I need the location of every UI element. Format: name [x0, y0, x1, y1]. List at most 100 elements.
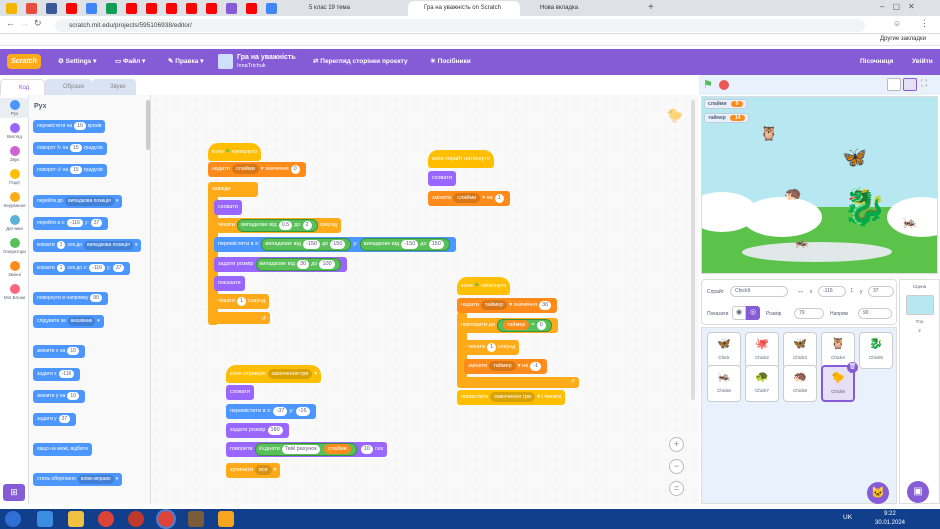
- file-menu[interactable]: ▭ Файл ▾: [115, 49, 145, 75]
- scratch-app-icon[interactable]: [218, 511, 234, 527]
- block-input[interactable]: Твій рахунок: [281, 445, 320, 454]
- block-input[interactable]: -1: [530, 362, 542, 371]
- show-block[interactable]: показати: [214, 276, 245, 291]
- block-input[interactable]: -150: [302, 240, 320, 249]
- block-input[interactable]: 37: [58, 415, 71, 423]
- clock-date[interactable]: 30.01.2024: [868, 520, 912, 526]
- forward-icon[interactable]: →: [20, 18, 29, 28]
- block-dropdown[interactable]: таймер: [480, 300, 508, 310]
- when-flag-clicked-hat[interactable]: коли ⚑ натиснуто: [457, 277, 511, 295]
- size-field[interactable]: 79: [794, 308, 824, 319]
- wait-block[interactable]: чекати 1 секунд: [214, 294, 270, 309]
- block-dropdown[interactable]: вказівник: [67, 317, 96, 326]
- block-dropdown[interactable]: закінчення гри: [490, 392, 536, 402]
- hide-block[interactable]: сховати: [226, 385, 254, 400]
- chrome-icon[interactable]: [98, 511, 114, 527]
- tab-favicon[interactable]: [206, 3, 217, 14]
- sprite-tile[interactable]: 🦋 Chick3: [783, 332, 817, 369]
- block-dropdown[interactable]: таймер: [489, 361, 516, 371]
- say-for-secs-block[interactable]: говорити з'єднати Твій рахунок слайми 10 сек: [226, 442, 388, 457]
- reload-icon[interactable]: ↻: [34, 18, 42, 29]
- block-goto-random[interactable]: перейти до випадкова позиція ▾: [33, 195, 123, 208]
- block-change-x[interactable]: змінити x на 10: [33, 345, 85, 358]
- fullscreen-icon[interactable]: ⛶: [921, 78, 927, 89]
- block-input[interactable]: 100: [319, 260, 335, 269]
- block-input[interactable]: 180: [267, 426, 283, 435]
- category-control[interactable]: Керування: [0, 192, 29, 208]
- block-move-steps[interactable]: перемістити на 10 кроків: [33, 120, 106, 133]
- forever-block[interactable]: завжди: [208, 182, 258, 197]
- extensions-button[interactable]: ⊞: [3, 484, 25, 501]
- tab-sounds[interactable]: Звуки: [92, 79, 136, 95]
- block-rotation-style[interactable]: стиль обертання вліво-вправо ▾: [33, 473, 123, 486]
- block-goto-xy[interactable]: перейти в x: -116 y: 37: [33, 217, 109, 230]
- tab-favicon[interactable]: [186, 3, 197, 14]
- block-dropdown[interactable]: закінчення гри: [267, 369, 313, 379]
- block-input[interactable]: -116: [58, 370, 75, 378]
- block-dropdown[interactable]: вліво-вправо: [77, 475, 114, 484]
- clock-time[interactable]: 9:22: [875, 511, 905, 517]
- tutorials-button[interactable]: ☀ Посібники: [430, 49, 471, 75]
- block-input[interactable]: -37: [273, 407, 288, 416]
- block-input[interactable]: -116: [89, 264, 105, 272]
- category-sensing[interactable]: Датчики: [0, 215, 29, 231]
- block-input[interactable]: -150: [401, 240, 419, 249]
- block-input[interactable]: 10: [360, 445, 373, 454]
- sprite-tile[interactable]: 🦔 Chick8: [783, 365, 817, 402]
- direction-field[interactable]: 90: [858, 308, 892, 319]
- window-controls[interactable]: –▢✕: [880, 2, 923, 11]
- project-author[interactable]: InnaTrichuk: [237, 63, 266, 69]
- sprite-tile[interactable]: 🦗 Chick6: [707, 365, 741, 402]
- tab-new[interactable]: Нова вкладка: [524, 1, 644, 16]
- folder-icon[interactable]: [68, 511, 84, 527]
- block-input[interactable]: 15: [70, 166, 82, 174]
- block-input[interactable]: 150: [330, 240, 346, 249]
- code-workspace[interactable]: коли ⚑ натиснуто надати слайми ▾ значення 0…: [151, 95, 699, 504]
- start-icon[interactable]: [5, 511, 21, 527]
- tab-favicon[interactable]: [86, 3, 97, 14]
- zoom-out-icon[interactable]: −: [669, 459, 684, 474]
- block-input[interactable]: 37: [112, 264, 125, 272]
- stage-target-panel[interactable]: Сцена Тло 2 ▣: [899, 279, 940, 504]
- y-field[interactable]: 37: [868, 286, 894, 297]
- block-input[interactable]: 10: [67, 392, 79, 400]
- tab-favicon[interactable]: [266, 3, 277, 14]
- tab-favicon[interactable]: [46, 3, 57, 14]
- scratch-logo[interactable]: Scratch: [7, 54, 41, 69]
- sprite-tile[interactable]: 🦋 Chick: [707, 332, 741, 369]
- block-input[interactable]: 90: [90, 294, 102, 302]
- join-scratch-link[interactable]: Пісочниця: [860, 49, 893, 75]
- ie-icon[interactable]: [37, 511, 53, 527]
- block-glide-random[interactable]: ковзати 1 сек до випадкова позиція ▾: [33, 239, 142, 252]
- block-bounce[interactable]: якщо на межі, відбити: [33, 443, 92, 456]
- block-input[interactable]: -16: [295, 407, 310, 416]
- tab-favicon[interactable]: [26, 3, 37, 14]
- project-title[interactable]: Гра на уважність: [237, 54, 296, 61]
- url-field[interactable]: scratch.mit.edu/projects/595106938/edito…: [55, 19, 865, 32]
- tab-scratch-project[interactable]: Гра на уважність on Scratch: [408, 1, 520, 16]
- when-sprite-clicked-hat[interactable]: коли спрайт натиснуто: [428, 150, 494, 168]
- settings-menu[interactable]: ⚙ Settings ▾: [58, 49, 96, 75]
- block-dropdown[interactable]: випадкова позиція: [84, 241, 133, 250]
- edit-menu[interactable]: ✎ Правка ▾: [168, 49, 203, 75]
- hide-eye-icon[interactable]: ◎: [746, 306, 760, 320]
- profile-icon[interactable]: ☺: [893, 19, 901, 28]
- tab-favicon[interactable]: [6, 3, 17, 14]
- tab-favicon[interactable]: [126, 3, 137, 14]
- opera-icon[interactable]: [128, 511, 144, 527]
- tab-favicon[interactable]: [166, 3, 177, 14]
- set-size-block[interactable]: задати розмір 180: [226, 423, 289, 438]
- zoom-reset-icon[interactable]: =: [669, 481, 684, 496]
- category-motion[interactable]: Рух: [0, 98, 29, 118]
- see-project-page-button[interactable]: ⇄ Перегляд сторінки проєкту: [313, 49, 408, 75]
- when-flag-clicked-hat[interactable]: коли ⚑ натиснуто: [208, 143, 262, 161]
- tab-favicon[interactable]: [146, 3, 157, 14]
- app-icon[interactable]: [188, 511, 204, 527]
- back-icon[interactable]: ←: [6, 18, 15, 28]
- block-dropdown[interactable]: все: [254, 465, 272, 475]
- add-sprite-icon[interactable]: 🐱: [867, 482, 889, 504]
- block-change-y[interactable]: змінити y на 10: [33, 390, 85, 403]
- block-input[interactable]: 150: [428, 240, 444, 249]
- block-reporter[interactable]: таймер: [502, 320, 530, 330]
- sprite-tile[interactable]: 🐢 Chick7: [745, 365, 779, 402]
